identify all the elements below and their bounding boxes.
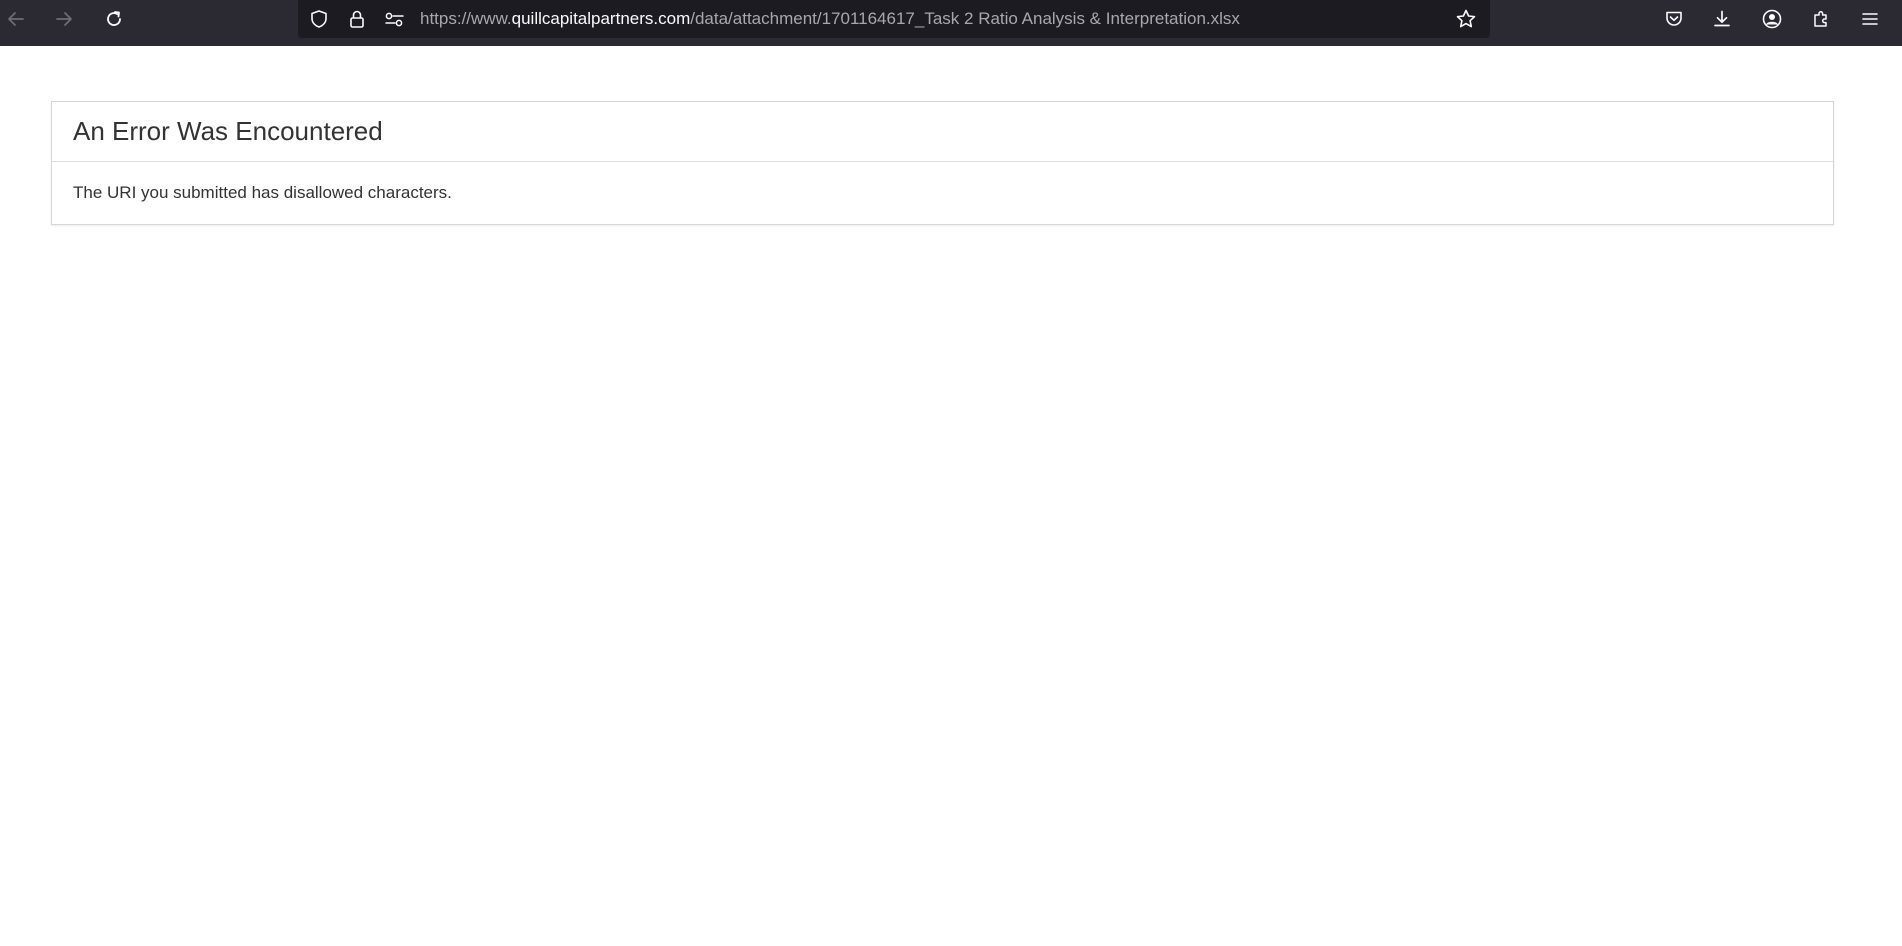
lock-icon: [350, 10, 364, 28]
error-title: An Error Was Encountered: [73, 116, 383, 146]
url-prefix: https://www.: [420, 9, 512, 28]
back-button[interactable]: [0, 3, 32, 35]
downloads-button[interactable]: [1706, 3, 1738, 35]
main-menu-button[interactable]: [1854, 3, 1886, 35]
pocket-icon: [1666, 11, 1682, 26]
browser-toolbar: https://www.quillcapitalpartners.com/dat…: [0, 0, 1902, 46]
reload-button[interactable]: [98, 3, 130, 35]
pocket-button[interactable]: [1658, 3, 1690, 35]
url-path: /data/attachment/1701164617_Task 2 Ratio…: [690, 9, 1240, 28]
error-panel-heading: An Error Was Encountered: [52, 102, 1833, 162]
account-icon: [1762, 9, 1782, 29]
permissions-button[interactable]: [383, 7, 407, 31]
extensions-button[interactable]: [1805, 3, 1837, 35]
site-security-button[interactable]: [345, 7, 369, 31]
arrow-left-icon: [8, 12, 24, 26]
url-bar[interactable]: https://www.quillcapitalpartners.com/dat…: [298, 0, 1490, 38]
star-icon: [1456, 9, 1476, 28]
error-panel: An Error Was Encountered The URI you sub…: [51, 101, 1834, 225]
account-button[interactable]: [1756, 3, 1788, 35]
error-panel-body: The URI you submitted has disallowed cha…: [52, 162, 1833, 224]
url-text[interactable]: https://www.quillcapitalpartners.com/dat…: [420, 0, 1240, 38]
url-domain: quillcapitalpartners.com: [511, 9, 691, 28]
shield-icon: [311, 10, 327, 28]
puzzle-icon: [1814, 10, 1827, 27]
forward-button[interactable]: [48, 3, 80, 35]
permissions-icon: [385, 12, 404, 27]
bookmark-button[interactable]: [1454, 7, 1478, 31]
download-icon: [1714, 10, 1730, 27]
arrow-right-icon: [56, 12, 72, 26]
tracking-protection-button[interactable]: [307, 7, 331, 31]
error-message: The URI you submitted has disallowed cha…: [73, 183, 452, 202]
hamburger-menu-icon: [1862, 13, 1878, 25]
reload-icon: [107, 11, 121, 26]
